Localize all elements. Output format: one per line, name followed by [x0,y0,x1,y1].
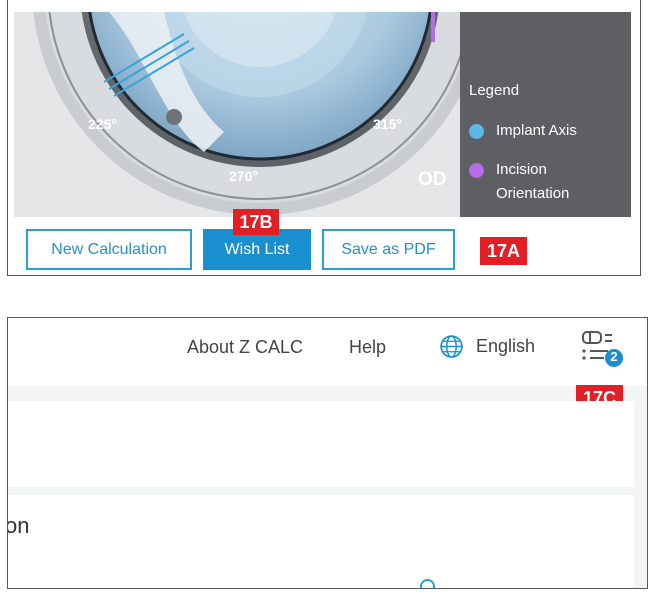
about-link[interactable]: About Z CALC [187,337,303,358]
angle-label-225: 225° [88,116,117,132]
eye-graphic [14,12,460,217]
legend-item-incision-orientation: Incision Orientation [469,161,589,206]
info-icon[interactable] [420,579,435,588]
legend-label: Implant Axis [496,122,577,139]
save-as-pdf-button[interactable]: Save as PDF [322,229,455,270]
wish-list-icon-button[interactable]: 2 [578,328,626,372]
legend-label: Incision Orientation [496,161,570,202]
implant-axis-dot-icon [469,124,484,139]
toric-axis-diagram: 225° 270° 315° OD Legend Implant Axis In… [14,12,631,217]
globe-icon [440,335,463,358]
angle-label-315: 315° [373,116,402,132]
content-card [8,401,634,487]
calculation-result-panel: 225° 270° 315° OD Legend Implant Axis In… [7,0,641,276]
legend-title: Legend [469,82,520,99]
incision-orientation-dot-icon [469,163,484,178]
help-link[interactable]: Help [349,337,386,358]
angle-label-270: 270° [229,168,258,184]
callout-17b: 17B [233,209,279,235]
language-selector[interactable]: English [439,334,535,359]
top-navigation-bar: About Z CALC Help English 2 [8,318,647,386]
wish-list-button[interactable]: Wish List [203,229,311,270]
language-label: English [476,336,536,356]
new-calculation-button[interactable]: New Calculation [26,229,192,270]
app-header-panel: About Z CALC Help English 2 17C on [7,317,648,589]
eye-side-label: OD [418,169,447,190]
callout-17a: 17A [480,237,527,265]
eye-illustration: 225° 270° 315° OD [14,12,460,217]
section-heading-fragment: on [7,513,30,538]
wish-list-count-badge: 2 [610,349,618,364]
content-card [8,495,634,588]
legend-item-implant-axis: Implant Axis [469,122,577,143]
